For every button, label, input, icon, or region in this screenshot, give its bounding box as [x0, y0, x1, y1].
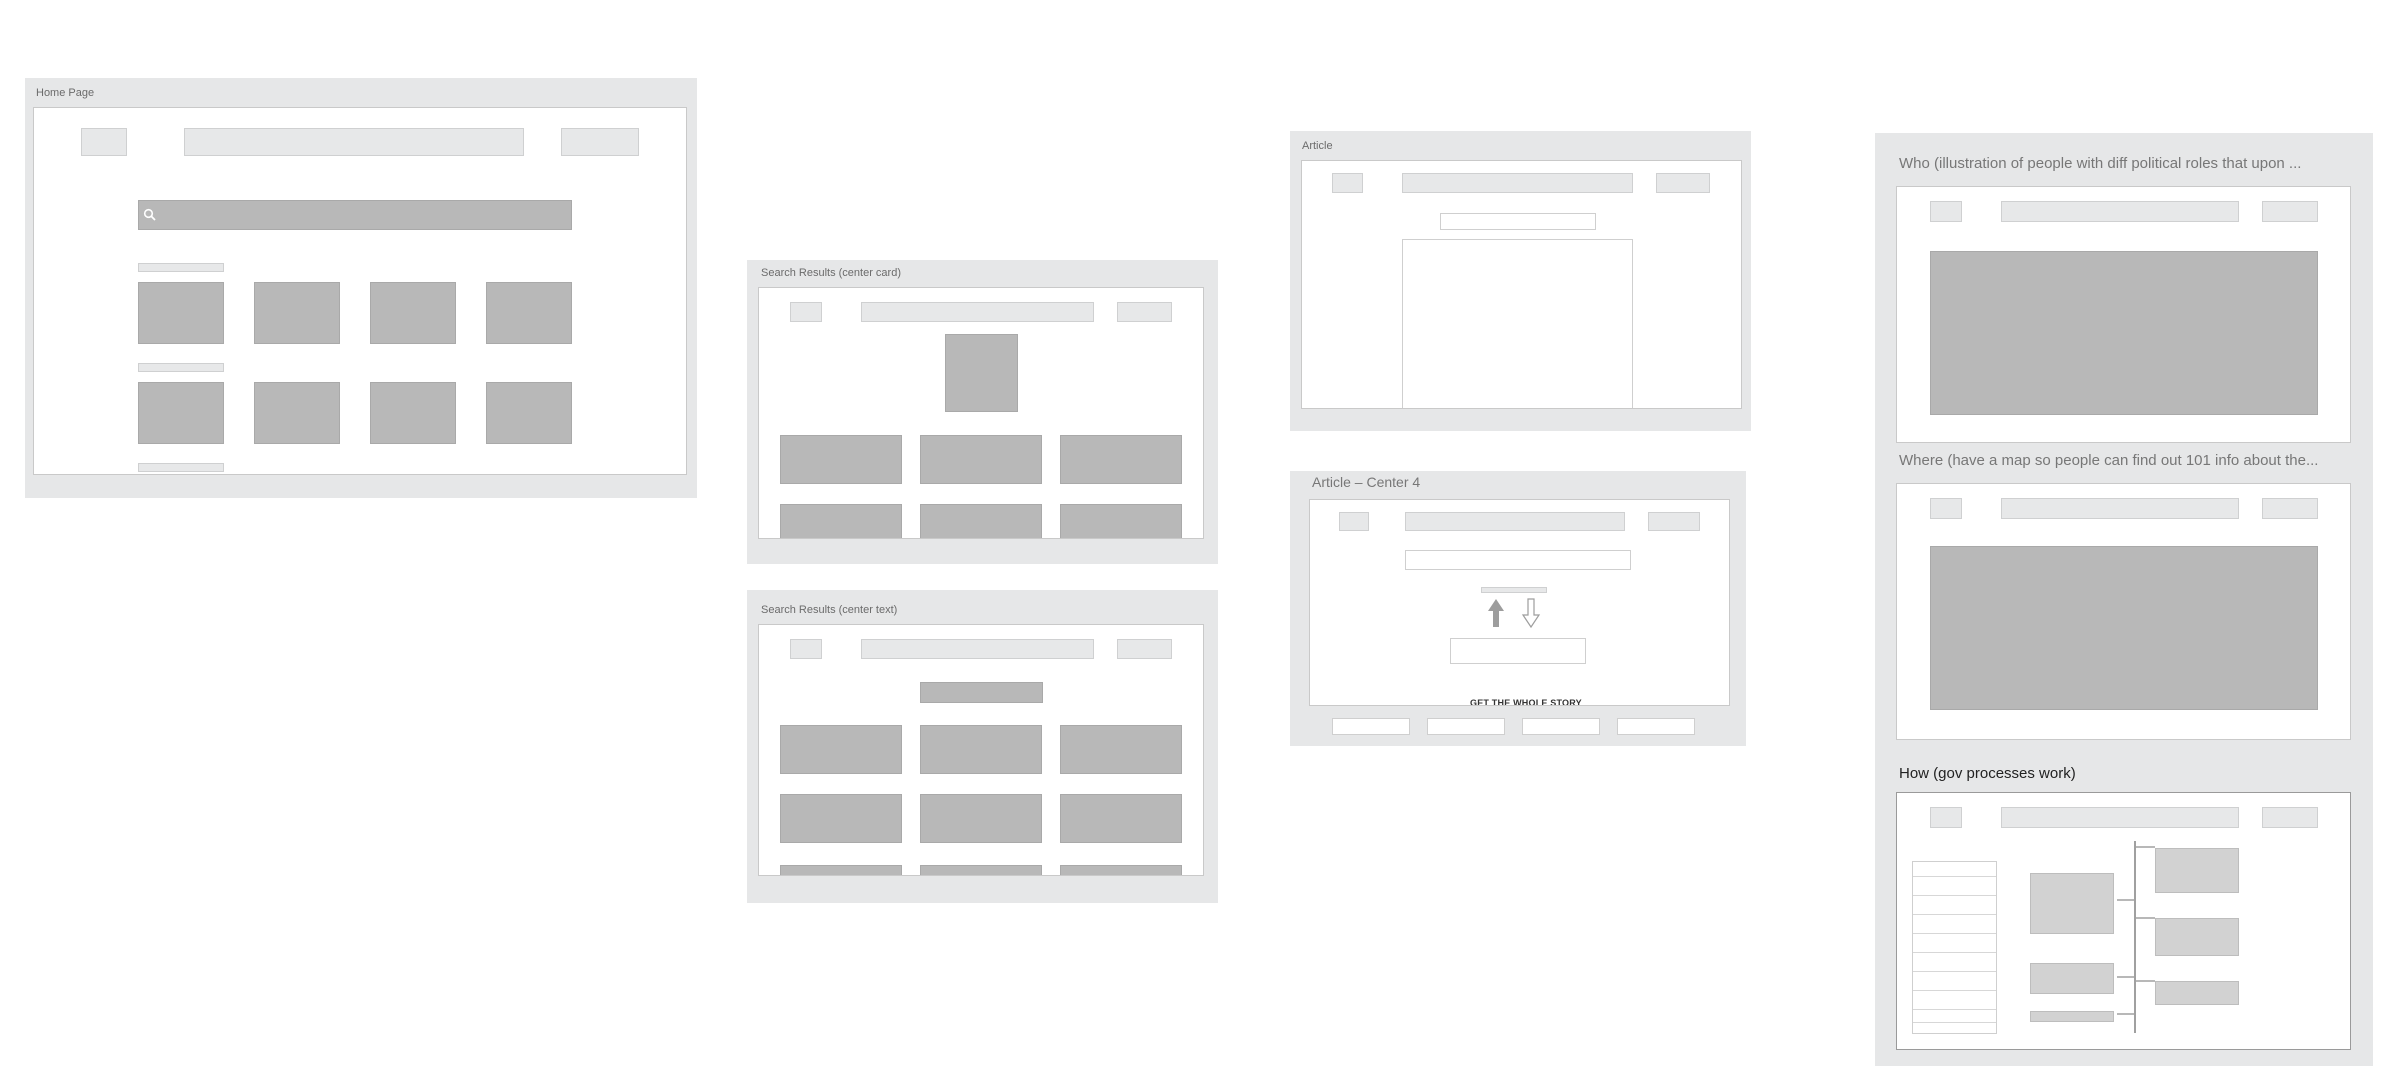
- logo-placeholder[interactable]: [1339, 512, 1369, 531]
- frame-search-results-center-text[interactable]: Search Results (center text): [747, 590, 1218, 903]
- card-placeholder[interactable]: [486, 282, 572, 344]
- nav-bar-placeholder[interactable]: [2001, 807, 2239, 828]
- result-card-placeholder[interactable]: [920, 865, 1042, 875]
- who-artboard[interactable]: [1896, 186, 2351, 443]
- card-placeholder[interactable]: [254, 382, 340, 444]
- process-outcome-placeholder[interactable]: [2155, 918, 2239, 956]
- search-text-artboard: [758, 624, 1204, 876]
- home-artboard: [33, 107, 687, 475]
- card-placeholder[interactable]: [138, 282, 224, 344]
- account-button-placeholder[interactable]: [1117, 639, 1172, 659]
- result-card-placeholder[interactable]: [780, 725, 902, 774]
- nav-bar-placeholder[interactable]: [1402, 173, 1633, 193]
- result-card-placeholder[interactable]: [920, 725, 1042, 774]
- result-card-placeholder[interactable]: [1060, 435, 1182, 484]
- nav-bar-placeholder[interactable]: [2001, 201, 2239, 222]
- arrow-down-icon[interactable]: [1521, 597, 1541, 629]
- logo-placeholder[interactable]: [790, 302, 822, 322]
- story-tab-placeholder[interactable]: [1332, 718, 1410, 735]
- process-step-placeholder[interactable]: [2030, 873, 2114, 934]
- logo-placeholder[interactable]: [1930, 201, 1962, 222]
- account-button-placeholder[interactable]: [2262, 807, 2318, 828]
- logo-placeholder[interactable]: [1332, 173, 1363, 193]
- story-box-placeholder: [1450, 638, 1586, 664]
- logo-placeholder[interactable]: [1930, 498, 1962, 519]
- nav-bar-placeholder[interactable]: [861, 302, 1094, 322]
- card-placeholder[interactable]: [370, 282, 456, 344]
- frame-title: Who (illustration of people with diff po…: [1899, 155, 2302, 172]
- frame-title: Search Results (center text): [761, 604, 898, 616]
- account-button-placeholder[interactable]: [1648, 512, 1700, 531]
- headline-placeholder: [1405, 550, 1631, 570]
- result-card-placeholder[interactable]: [780, 504, 902, 538]
- nav-bar-placeholder[interactable]: [2001, 498, 2239, 519]
- label-placeholder: [1481, 587, 1547, 593]
- logo-placeholder[interactable]: [81, 128, 127, 156]
- account-button-placeholder[interactable]: [561, 128, 639, 156]
- process-step-placeholder[interactable]: [2030, 1011, 2114, 1022]
- frame-search-results-center-card[interactable]: Search Results (center card): [747, 260, 1218, 564]
- result-card-placeholder[interactable]: [1060, 725, 1182, 774]
- frame-title: Article: [1302, 140, 1333, 152]
- result-card-placeholder[interactable]: [920, 504, 1042, 538]
- frame-title: Where (have a map so people can find out…: [1899, 452, 2319, 469]
- headline-placeholder: [1440, 213, 1596, 230]
- nav-bar-placeholder[interactable]: [861, 639, 1094, 659]
- illustration-placeholder: [1930, 251, 2318, 415]
- search-bar-placeholder[interactable]: [138, 200, 572, 230]
- result-card-placeholder[interactable]: [1060, 865, 1182, 875]
- frame-title: Search Results (center card): [761, 267, 901, 279]
- result-card-placeholder[interactable]: [780, 435, 902, 484]
- process-outcome-placeholder[interactable]: [2155, 848, 2239, 893]
- frame-title: Home Page: [36, 87, 95, 99]
- section-label-placeholder: [138, 363, 224, 372]
- account-button-placeholder[interactable]: [1117, 302, 1172, 322]
- logo-placeholder[interactable]: [790, 639, 822, 659]
- result-card-placeholder[interactable]: [1060, 504, 1182, 538]
- section-label-placeholder: [138, 263, 224, 272]
- result-card-placeholder[interactable]: [1060, 794, 1182, 843]
- card-placeholder[interactable]: [370, 382, 456, 444]
- frame-who-where-how: Who (illustration of people with diff po…: [1875, 133, 2373, 1066]
- account-button-placeholder[interactable]: [1656, 173, 1710, 193]
- process-tree-connector: [2117, 841, 2155, 1033]
- account-button-placeholder[interactable]: [2262, 201, 2318, 222]
- frame-title: Article – Center 4: [1312, 474, 1421, 490]
- story-tab-placeholder[interactable]: [1617, 718, 1695, 735]
- nav-bar-placeholder[interactable]: [1405, 512, 1625, 531]
- account-button-placeholder[interactable]: [2262, 498, 2318, 519]
- result-card-placeholder[interactable]: [920, 435, 1042, 484]
- frame-title: How (gov processes work): [1899, 765, 2076, 782]
- where-artboard[interactable]: [1896, 483, 2351, 740]
- nav-bar-placeholder[interactable]: [184, 128, 524, 156]
- section-label-placeholder: [138, 463, 224, 472]
- result-card-placeholder[interactable]: [780, 865, 902, 875]
- result-card-placeholder[interactable]: [780, 794, 902, 843]
- featured-card-placeholder[interactable]: [945, 334, 1018, 412]
- center-text-placeholder: [920, 682, 1043, 703]
- story-tab-placeholder[interactable]: [1522, 718, 1600, 735]
- search-card-artboard: [758, 287, 1204, 539]
- map-placeholder[interactable]: [1930, 546, 2318, 710]
- frame-article-center-4[interactable]: Article – Center 4 GET THE WHOLE STORY: [1290, 471, 1746, 746]
- how-artboard[interactable]: [1896, 792, 2351, 1050]
- article-body-placeholder: [1402, 239, 1633, 408]
- get-whole-story-label[interactable]: GET THE WHOLE STORY: [1470, 698, 1582, 705]
- card-placeholder[interactable]: [254, 282, 340, 344]
- process-step-placeholder[interactable]: [2030, 963, 2114, 994]
- process-outcome-placeholder[interactable]: [2155, 981, 2239, 1005]
- article-artboard: [1301, 160, 1742, 409]
- story-tab-placeholder[interactable]: [1427, 718, 1505, 735]
- card-placeholder[interactable]: [486, 382, 572, 444]
- search-icon: [143, 208, 156, 221]
- frame-home-page[interactable]: Home Page: [25, 78, 697, 498]
- result-card-placeholder[interactable]: [920, 794, 1042, 843]
- card-placeholder[interactable]: [138, 382, 224, 444]
- frame-article[interactable]: Article: [1290, 131, 1751, 431]
- logo-placeholder[interactable]: [1930, 807, 1962, 828]
- arrow-up-icon[interactable]: [1486, 597, 1506, 629]
- article-center4-artboard: GET THE WHOLE STORY: [1309, 499, 1730, 706]
- process-list: [1912, 861, 1997, 1034]
